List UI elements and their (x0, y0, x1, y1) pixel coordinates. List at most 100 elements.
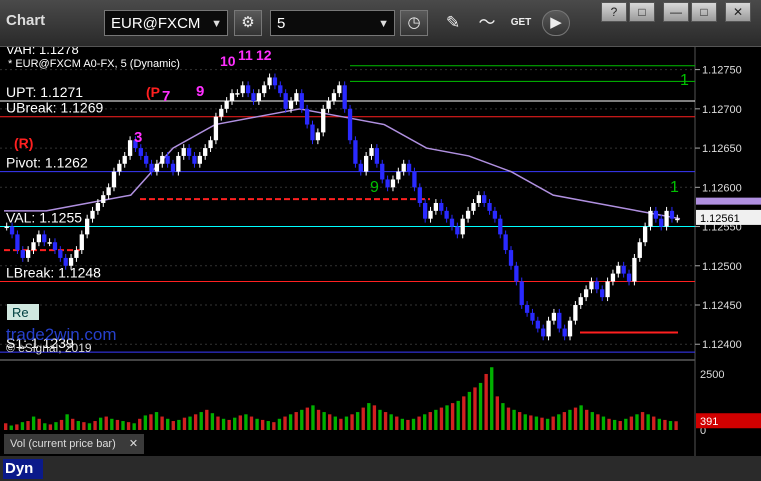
play-icon[interactable]: ▶ (542, 10, 570, 36)
volume-bar (473, 387, 477, 430)
price-bar (240, 85, 245, 94)
volume-bar (255, 418, 259, 430)
volume-bar (657, 418, 662, 430)
volume-bar (43, 423, 47, 430)
volume-bar (663, 419, 667, 430)
price-bar (675, 218, 680, 221)
price-chart[interactable]: UPT: 1.1271UBreak: 1.1269 Pivot: 1.1262 VA… (0, 0, 761, 481)
volume-bar (59, 419, 64, 430)
minimize-button[interactable]: — (663, 2, 689, 22)
price-bar (197, 155, 202, 164)
volume-panel-tab[interactable]: Vol (current price bar) ✕ (4, 434, 145, 454)
price-bar (144, 155, 149, 164)
volume-bar (579, 405, 583, 430)
restore-button[interactable]: □ (629, 2, 655, 22)
price-bar (299, 93, 304, 109)
price-bar (294, 93, 299, 101)
count-label: 1 (670, 179, 679, 196)
price-bar (224, 101, 229, 109)
volume-bar (590, 412, 594, 430)
volume-label: Vol (current price bar) (10, 438, 116, 450)
close-icon[interactable]: ✕ (129, 438, 138, 450)
price-bar (192, 155, 197, 164)
price-bar (594, 281, 599, 290)
volume-bar (110, 418, 114, 430)
level-label: LBreak: 1.1248 (6, 264, 101, 280)
get-data-button[interactable]: GET (506, 10, 536, 36)
volume-bar (545, 418, 550, 430)
volume-bar (512, 409, 516, 430)
price-bar (358, 163, 363, 172)
price-bar (186, 148, 192, 156)
price-bar (117, 163, 122, 172)
interval-input[interactable]: 5 ▼ (270, 10, 395, 36)
price-bar (90, 210, 95, 219)
price-bar (31, 242, 36, 251)
volume-bar (76, 421, 80, 430)
price-bar (369, 148, 374, 156)
interval-value: 5 (277, 15, 286, 32)
volume-bar (238, 415, 242, 430)
volume-bar (668, 421, 673, 430)
price-tick-label: 1.12450 (702, 300, 742, 312)
close-button[interactable]: ✕ (725, 2, 751, 22)
r-badge: (R) (14, 135, 33, 151)
price-bar (310, 124, 315, 141)
volume-bar (82, 422, 86, 430)
volume-bar (517, 412, 522, 430)
price-bar (519, 281, 524, 305)
volume-bar (423, 414, 427, 430)
volume-bar (428, 412, 432, 430)
symbol-value: EUR@FXCM (111, 15, 201, 32)
volume-bar (93, 421, 97, 430)
count-label: 3 (134, 129, 142, 146)
price-bar (385, 179, 390, 188)
price-tick-label: 1.12750 (702, 65, 742, 77)
price-bar (262, 85, 267, 94)
volume-bar (294, 412, 298, 430)
price-bar (659, 218, 664, 227)
price-bar (304, 108, 310, 125)
price-bar (52, 242, 58, 251)
chevron-down-icon[interactable]: ▼ (378, 11, 389, 37)
volume-bar (316, 409, 321, 430)
price-bar (583, 289, 589, 298)
price-bar (557, 312, 562, 329)
volume-bar (612, 419, 617, 430)
watermark-text: trade2win.com (6, 325, 117, 344)
chevron-down-icon[interactable]: ▼ (211, 11, 222, 37)
pencil-icon[interactable]: ✎ (438, 10, 468, 36)
volume-bar (450, 403, 455, 430)
price-bar (616, 265, 621, 274)
volume-bar (300, 409, 304, 430)
dynamic-button[interactable]: Dyn (3, 459, 43, 479)
price-bar (589, 281, 594, 290)
price-bar (58, 250, 63, 258)
clock-icon[interactable]: ◷ (400, 10, 428, 36)
volume-bar (640, 412, 645, 430)
volume-bar (585, 409, 589, 430)
volume-bar (227, 419, 231, 430)
price-bar (321, 108, 326, 133)
volume-bar (160, 416, 164, 430)
volume-bar (490, 367, 494, 430)
volume-bar (54, 422, 58, 430)
price-bar (492, 210, 498, 219)
volume-bar (495, 396, 499, 430)
help-button[interactable]: ? (601, 2, 627, 22)
price-bar (165, 155, 170, 164)
volume-bar (367, 403, 371, 430)
price-bar (530, 312, 535, 321)
price-bar (503, 234, 508, 251)
price-bar (412, 171, 417, 188)
price-bar (213, 116, 219, 141)
price-bar (74, 250, 79, 258)
price-bar (176, 155, 181, 172)
study-icon[interactable]: 〜 (472, 10, 502, 36)
gear-icon[interactable]: ⚙ (234, 10, 262, 36)
symbol-input[interactable]: EUR@FXCM ▼ (104, 10, 228, 36)
volume-bar (260, 419, 265, 430)
maximize-button[interactable]: □ (691, 2, 717, 22)
price-bar (20, 250, 25, 258)
volume-bar (568, 409, 572, 430)
